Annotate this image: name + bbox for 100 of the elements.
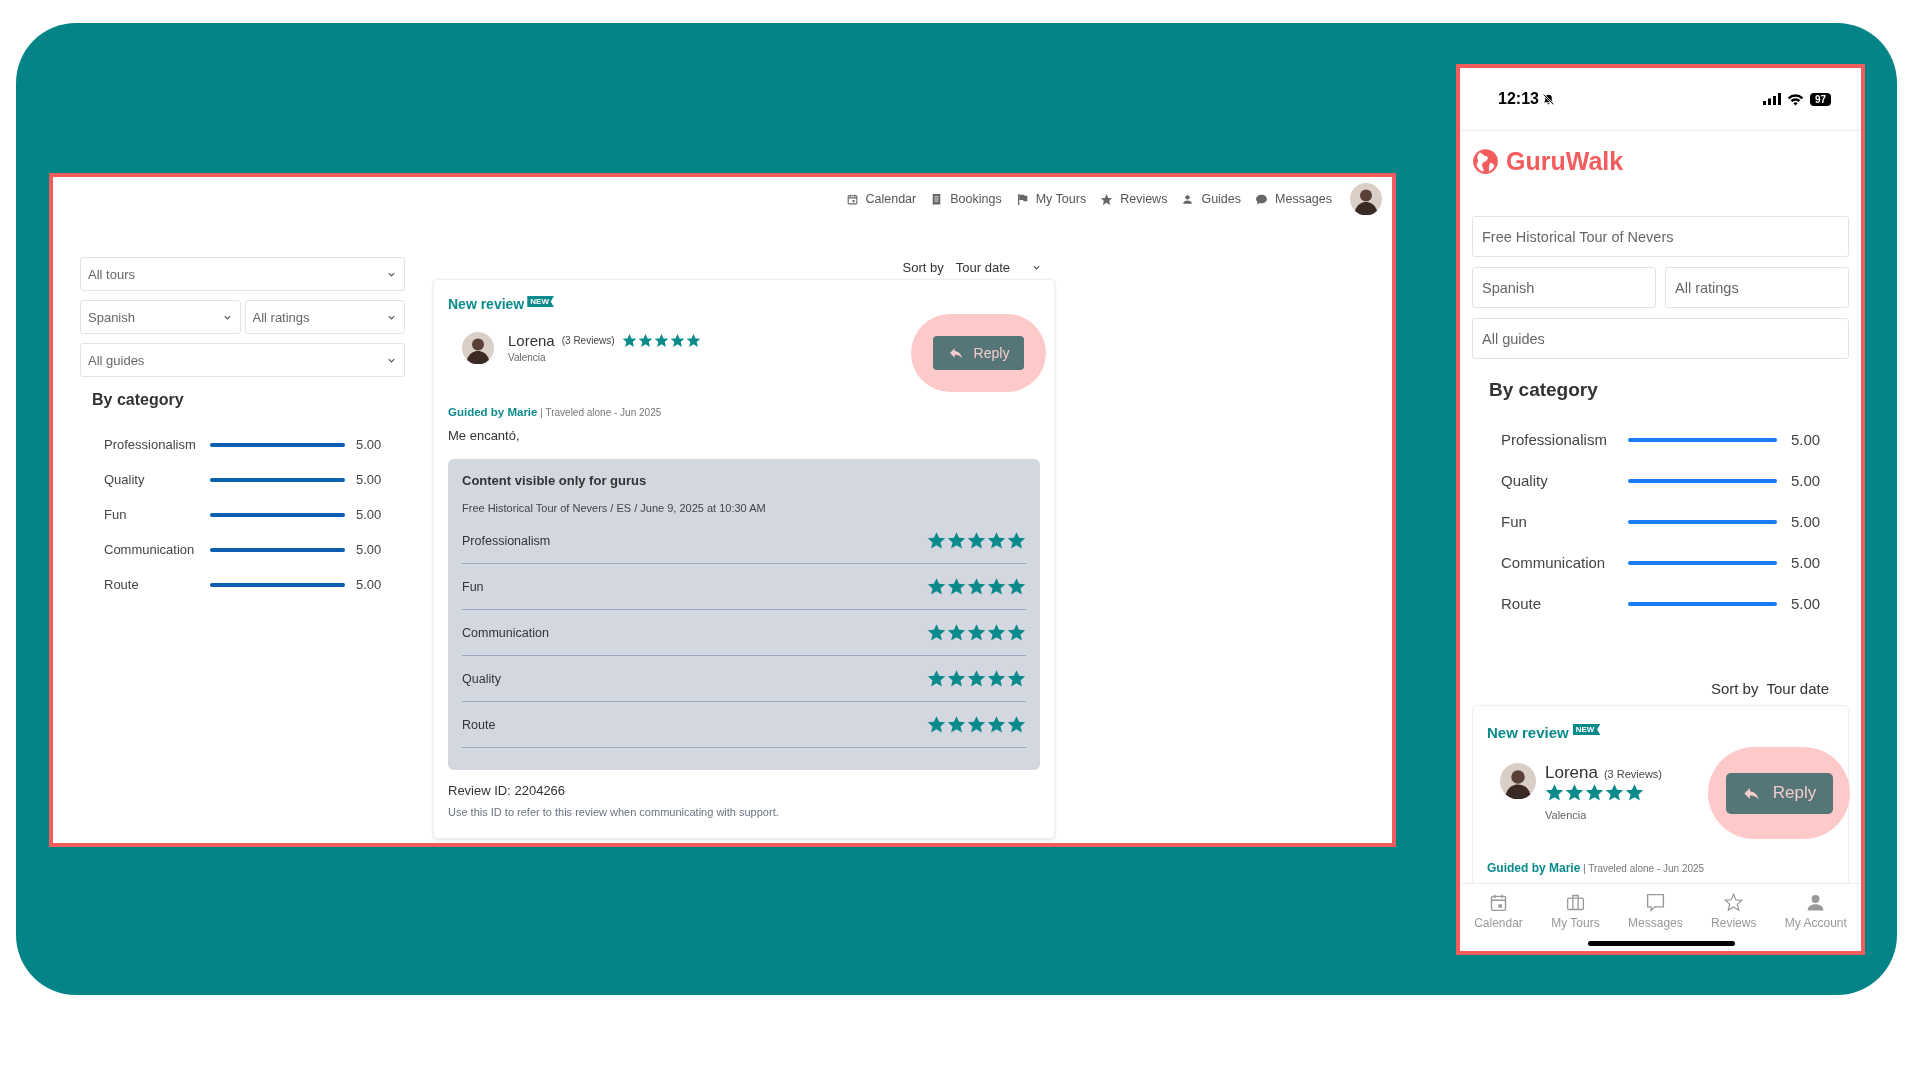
star-icon: [1545, 783, 1564, 802]
sort-select[interactable]: Tour date: [1766, 680, 1829, 697]
category-score: 5.00: [1791, 554, 1821, 571]
star-icon: [967, 715, 986, 734]
reply-button[interactable]: Reply: [933, 336, 1024, 370]
review-id: Review ID: 2204266: [448, 783, 567, 798]
star-icon: [927, 531, 946, 550]
globe-icon: [1472, 148, 1499, 175]
section-title: By category: [1488, 379, 1599, 401]
star-icon: [987, 669, 1006, 688]
star-icon: [967, 577, 986, 596]
category-label: Communication: [104, 542, 196, 557]
category-label: Quality: [1501, 472, 1549, 489]
guide-link[interactable]: Guided by Marie: [448, 406, 538, 418]
language-select[interactable]: Spanish: [80, 300, 241, 334]
review-text: Me encantó,: [448, 428, 521, 443]
star-icon: [987, 577, 1006, 596]
reviewer-name: Lorena: [508, 332, 555, 349]
star-icon: [1007, 531, 1026, 550]
review-count: (3 Reviews): [1603, 768, 1662, 780]
review-title: New review: [1487, 724, 1569, 741]
review-title: New review: [448, 296, 525, 312]
star-icon: [987, 715, 1006, 734]
category-score: 5.00: [356, 472, 382, 487]
rating-select[interactable]: All ratings: [244, 300, 405, 334]
tour-select[interactable]: Free Historical Tour of Nevers: [1472, 216, 1849, 257]
nav-link[interactable]: Reviews: [1100, 192, 1168, 206]
star-icon: [947, 715, 966, 734]
reply-icon: [947, 345, 964, 361]
star-icon: [1100, 192, 1114, 206]
nav-link[interactable]: Calendar: [845, 192, 917, 206]
reviewer-avatar: [462, 332, 494, 364]
wifi-icon: [1786, 92, 1804, 106]
tour-details: Free Historical Tour of Nevers / ES / June 9, 2025 at 10:30 AM: [462, 502, 767, 514]
battery-level: 97: [1809, 92, 1831, 106]
category-label: Route: [1501, 595, 1543, 612]
chat-bubble-icon: [1255, 192, 1268, 206]
star-icon: [669, 333, 685, 348]
sort-label: Sort by: [1710, 680, 1759, 697]
reviewer-location: Valencia: [508, 352, 547, 363]
profile-avatar: [1350, 183, 1382, 215]
star-icon: [1585, 783, 1604, 802]
language-select[interactable]: Spanish: [1472, 267, 1656, 308]
rating-label: Route: [462, 717, 496, 732]
star-icon: [1007, 669, 1026, 688]
signal-icon: [1762, 93, 1781, 105]
category-score: 5.00: [1791, 472, 1821, 489]
guide-select[interactable]: All guides: [80, 343, 405, 377]
suitcase-icon: [1564, 892, 1586, 913]
tour-info: Guided by Marie | Traveled alone - Jun 2025: [1487, 861, 1706, 875]
status-time: 12:13: [1498, 90, 1555, 108]
star-icon: [947, 669, 966, 688]
category-label: Quality: [104, 472, 146, 487]
tour-select[interactable]: All tours: [80, 257, 405, 291]
support-note: Use this ID to refer to this review when communicating with support.: [448, 806, 780, 818]
calendar-icon: [1488, 892, 1509, 913]
star-icon: [947, 577, 966, 596]
star-icon: [927, 669, 946, 688]
star-icon: [621, 333, 637, 348]
star-icon: [927, 623, 946, 642]
nav-link[interactable]: My Tours: [1015, 192, 1087, 206]
nav-link[interactable]: Guides: [1181, 192, 1241, 206]
calendar-icon: [845, 192, 859, 206]
section-title: By category: [91, 391, 185, 409]
person-icon: [1181, 192, 1195, 206]
reviewer-name: Lorena: [1545, 763, 1598, 783]
new-badge: NEW: [527, 296, 554, 307]
reviewer-location: Valencia: [1545, 809, 1588, 821]
bell-off-icon: [1541, 92, 1555, 106]
reply-button[interactable]: Reply: [1725, 772, 1833, 814]
guide-link[interactable]: Guided by Marie: [1487, 861, 1581, 875]
category-label: Professionalism: [1501, 431, 1608, 448]
star-icon: [637, 333, 653, 348]
category-label: Route: [104, 577, 140, 592]
star-icon: [1625, 783, 1644, 802]
star-icon: [927, 715, 946, 734]
category-score: 5.00: [356, 542, 382, 557]
category-label: Fun: [104, 507, 128, 522]
rating-label: Communication: [462, 625, 549, 640]
panel-title: Content visible only for gurus: [462, 473, 648, 488]
rating-select[interactable]: All ratings: [1665, 267, 1849, 308]
star-icon: [987, 623, 1006, 642]
category-score: 5.00: [1791, 595, 1821, 612]
category-label: Professionalism: [104, 437, 197, 452]
star-icon: [1007, 715, 1026, 734]
star-icon: [927, 577, 946, 596]
sort-select[interactable]: Tour date: [955, 259, 1041, 275]
star-icon: [987, 531, 1006, 550]
category-score: 5.00: [1791, 431, 1821, 448]
nav-link[interactable]: Bookings: [930, 192, 1002, 206]
tour-info: Guided by Marie | Traveled alone - Jun 2025: [448, 406, 663, 418]
category-score: 5.00: [356, 507, 382, 522]
nav-link[interactable]: Messages: [1255, 192, 1332, 206]
flag-icon: [1015, 192, 1029, 206]
chat-bubble-icon: [1644, 892, 1666, 913]
rating-label: Professionalism: [462, 533, 551, 548]
sort-label: Sort by: [902, 259, 944, 275]
star-icon: [1007, 577, 1026, 596]
review-count: (3 Reviews): [561, 335, 615, 346]
guide-select[interactable]: All guides: [1472, 318, 1849, 359]
